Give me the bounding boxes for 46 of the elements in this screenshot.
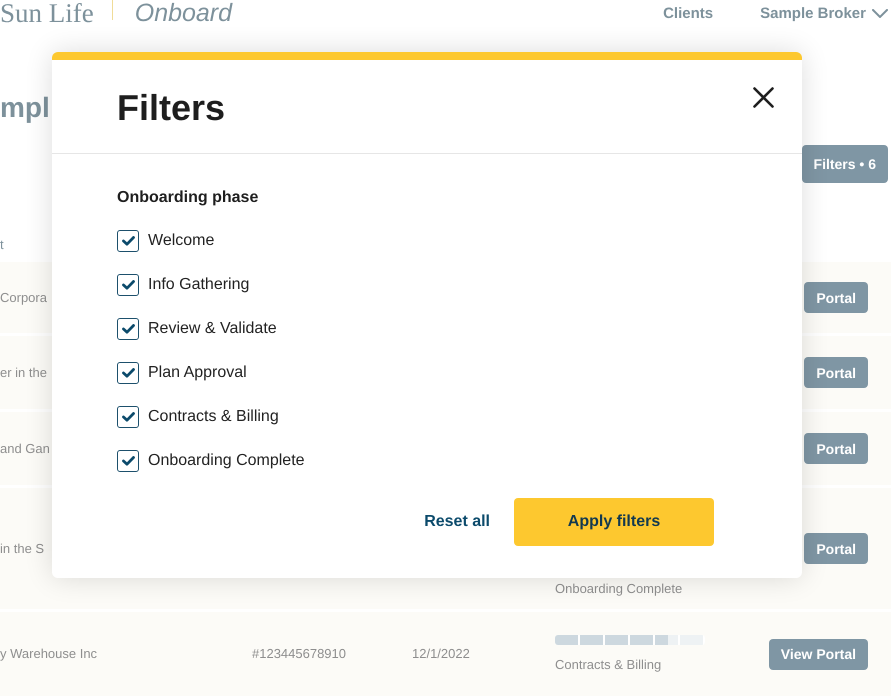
table-cell: #123445678910 bbox=[252, 646, 346, 662]
close-icon bbox=[753, 87, 774, 108]
phase-label: Onboarding Complete bbox=[555, 581, 682, 597]
product-name: Onboard bbox=[134, 0, 232, 26]
checkbox[interactable] bbox=[117, 274, 139, 296]
option-label: Onboarding Complete bbox=[148, 451, 305, 471]
portal-button[interactable]: View Portal bbox=[768, 638, 868, 670]
check-icon bbox=[122, 236, 134, 246]
portal-button[interactable]: Portal bbox=[804, 433, 868, 464]
nav-link[interactable]: Clients bbox=[663, 4, 714, 22]
option-label: Welcome bbox=[148, 231, 214, 251]
option-label: Plan Approval bbox=[148, 363, 247, 383]
table-cell: y Warehouse Inc bbox=[0, 646, 98, 662]
logo: Sun Life bbox=[0, 0, 94, 26]
chevron-down-icon bbox=[872, 8, 888, 18]
phase-label: Contracts & Billing bbox=[555, 657, 662, 673]
portal-button[interactable]: Portal bbox=[804, 533, 868, 564]
table-cell: in the S bbox=[0, 540, 44, 556]
account-menu[interactable]: Sample Broker bbox=[760, 4, 888, 22]
table-cell: and Gan bbox=[0, 440, 50, 456]
option-label: Contracts & Billing bbox=[148, 407, 279, 427]
table-cell: 12/1/2022 bbox=[412, 646, 470, 662]
checkbox[interactable] bbox=[117, 318, 139, 340]
filters-button[interactable]: Filters • 6 bbox=[802, 145, 888, 183]
column-header: t bbox=[0, 237, 4, 253]
checkbox[interactable] bbox=[117, 406, 139, 428]
checkbox[interactable] bbox=[117, 230, 139, 252]
check-icon bbox=[122, 456, 134, 466]
check-icon bbox=[122, 280, 134, 290]
check-icon bbox=[122, 324, 134, 334]
close-button[interactable] bbox=[753, 87, 774, 108]
option-label: Info Gathering bbox=[148, 275, 250, 295]
checkbox[interactable] bbox=[117, 450, 139, 472]
page-title: mpl bbox=[0, 91, 50, 125]
check-icon bbox=[122, 412, 134, 422]
portal-button[interactable]: Portal bbox=[804, 282, 868, 313]
table-cell: er in the bbox=[0, 364, 47, 380]
section-heading: Onboarding phase bbox=[117, 188, 258, 208]
apply-button[interactable]: Apply filters bbox=[514, 498, 714, 546]
option-label: Review & Validate bbox=[148, 319, 277, 339]
check-icon bbox=[122, 368, 134, 378]
table-cell: Corpora bbox=[0, 290, 47, 306]
dialog-title: Filters bbox=[117, 86, 226, 130]
portal-button[interactable]: Portal bbox=[804, 357, 868, 388]
reset-link[interactable]: Reset all bbox=[424, 513, 490, 531]
checkbox[interactable] bbox=[117, 362, 139, 384]
